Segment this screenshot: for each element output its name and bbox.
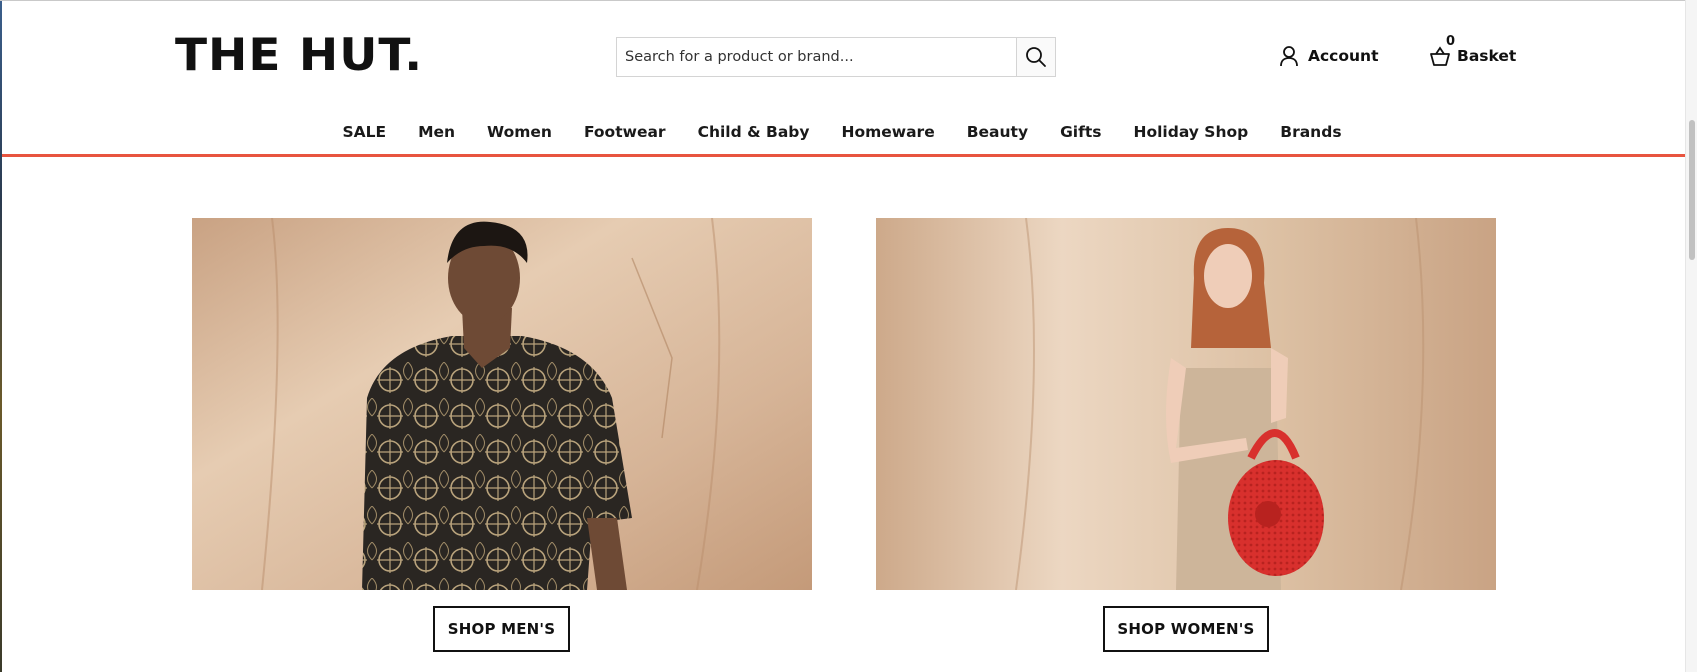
nav-item-gifts[interactable]: Gifts [1044, 123, 1117, 141]
user-icon [1280, 46, 1298, 67]
nav-item-brands[interactable]: Brands [1264, 123, 1357, 141]
basket-count-badge: 0 [1446, 34, 1456, 49]
nav-item-holiday-shop[interactable]: Holiday Shop [1117, 123, 1264, 141]
basket-icon-wrap: 0 [1429, 34, 1455, 67]
account-label: Account [1308, 47, 1379, 65]
basket-link[interactable]: 0 Basket [1429, 34, 1517, 68]
nav-item-child-baby[interactable]: Child & Baby [682, 123, 826, 141]
shop-mens-button[interactable]: SHOP MEN'S [433, 606, 570, 652]
nav-item-beauty[interactable]: Beauty [951, 123, 1044, 141]
main-nav: SALE Men Women Footwear Child & Baby Hom… [0, 120, 1685, 156]
womens-promo-image[interactable] [876, 218, 1496, 590]
account-link[interactable]: Account [1279, 44, 1379, 68]
womens-photo [876, 218, 1496, 590]
nav-item-men[interactable]: Men [402, 123, 471, 141]
nav-item-homeware[interactable]: Homeware [825, 123, 950, 141]
page-scrollbar[interactable] [1685, 0, 1697, 672]
nav-divider [2, 154, 1685, 157]
top-border [0, 0, 1685, 1]
nav-item-sale[interactable]: SALE [326, 123, 402, 141]
nav-item-footwear[interactable]: Footwear [568, 123, 682, 141]
shop-womens-button[interactable]: SHOP WOMEN'S [1103, 606, 1269, 652]
basket-label: Basket [1457, 47, 1517, 65]
search-button[interactable] [1016, 38, 1055, 76]
scrollbar-thumb[interactable] [1689, 120, 1695, 260]
search-bar [616, 37, 1056, 77]
site-logo[interactable]: THE HUT. [175, 33, 423, 78]
search-icon [1026, 47, 1046, 67]
nav-item-women[interactable]: Women [471, 123, 568, 141]
mens-promo-image[interactable] [192, 218, 812, 590]
nav-list: SALE Men Women Footwear Child & Baby Hom… [326, 120, 1357, 144]
window-edge [0, 0, 2, 672]
mens-photo [192, 218, 812, 590]
search-input[interactable] [617, 38, 1016, 76]
page: THE HUT. Account 0 Basket SALE [0, 0, 1697, 672]
